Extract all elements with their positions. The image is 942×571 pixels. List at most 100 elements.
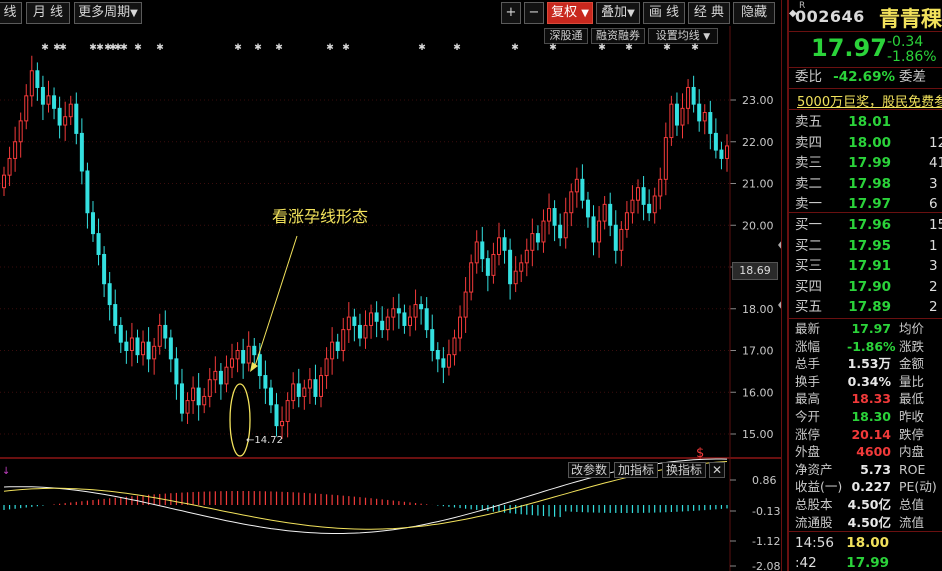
row-value: 17.97 — [848, 196, 891, 212]
event-marker-icon[interactable]: ✱ — [156, 43, 164, 53]
candlestick-chart[interactable]: ✱ ✱✱ ✱ ✱ ✱✱✱✱ ✱ ✱ ✱ ✱ ✱ ✱ ✱ ✱ ✱ ✱ ✱ ✱ ✱ ✱ ✱ 23.0022.0021.00… — [0, 0, 782, 571]
candle-body — [29, 70, 34, 97]
candle-body — [191, 387, 196, 402]
row-value: 17.90 — [848, 278, 891, 295]
sell-level-row[interactable]: 卖三 17.99 41 — [789, 153, 942, 173]
sell-level-row[interactable]: 卖一 17.97 6 — [789, 194, 942, 214]
candle-body — [502, 237, 507, 251]
price-axis-label: 15.00 — [742, 428, 774, 441]
candle-body — [280, 420, 285, 427]
buy-level-row[interactable]: 买一 17.96 15 — [789, 215, 942, 235]
buy-level-row[interactable]: 买五 17.89 2 — [789, 297, 942, 317]
event-marker-icon[interactable]: ✱ — [41, 43, 49, 53]
candle-body — [324, 358, 329, 377]
divider — [789, 88, 942, 89]
candle-body — [357, 324, 362, 339]
buy-level-row[interactable]: 买三 17.91 3 — [789, 256, 942, 276]
row-volume: 3 — [929, 175, 938, 192]
pattern-annotation: 看涨孕线形态 — [272, 207, 368, 226]
candle-body — [74, 103, 79, 134]
row-label: 换手 — [795, 373, 821, 389]
tick-price: 18.00 — [846, 535, 889, 551]
sell-level-row[interactable]: 卖四 18.00 12 — [789, 133, 942, 153]
row-value: 17.89 — [848, 299, 891, 315]
event-marker-icon[interactable]: ✱ — [663, 43, 671, 53]
candle-body — [585, 199, 590, 218]
price-axis-label: 17.00 — [742, 345, 774, 358]
event-marker-icon[interactable]: ✱ — [418, 43, 426, 53]
buy-level-row[interactable]: 买二 17.95 1 — [789, 236, 942, 256]
low-price-label: ←14.72 — [246, 435, 283, 446]
divider — [789, 212, 942, 213]
event-marker-icon[interactable]: ✱ — [96, 43, 104, 53]
close-indicator-button[interactable]: ✕ — [709, 462, 725, 478]
candle-body — [263, 375, 268, 389]
macd-axis-label: -1.12 — [752, 535, 780, 548]
row-value: 4600 — [856, 444, 891, 460]
stat-row: 最高 18.33 最低 — [789, 390, 942, 408]
stat-row: 总手 1.53万 金额 — [789, 355, 942, 373]
candle-body — [196, 387, 201, 406]
candle-body — [79, 132, 84, 172]
candle-body — [641, 187, 646, 205]
event-marker-icon[interactable]: ✱ — [625, 43, 633, 53]
promo-link[interactable]: 5000万巨奖，股民免费参 — [797, 91, 942, 110]
candle-body — [285, 400, 290, 422]
row-label-2: 昨收 — [899, 409, 925, 424]
event-marker-icon[interactable]: ✱ — [134, 43, 142, 53]
event-marker-icon[interactable]: ✱ — [453, 43, 461, 53]
event-marker-icon[interactable]: ✱ — [120, 43, 128, 53]
event-marker-icon[interactable]: ✱ — [691, 43, 699, 53]
candle-body — [441, 358, 446, 368]
sell-level-row[interactable]: 卖二 17.98 3 — [789, 174, 942, 194]
event-marker-icon[interactable]: ✱ — [598, 43, 606, 53]
row-value: 17.95 — [848, 237, 891, 254]
stat-row: 净资产 5.73 ROE — [789, 461, 942, 479]
edit-params-button[interactable]: 改参数 — [568, 462, 610, 478]
candle-body — [636, 187, 641, 201]
event-marker-icon[interactable]: ✱ — [254, 43, 262, 53]
candle-body — [574, 178, 579, 193]
stat-row: 涨停 20.14 跌停 — [789, 426, 942, 444]
annotation-arrowhead — [250, 362, 258, 372]
add-indicator-button[interactable]: 加指标 — [614, 462, 658, 478]
candle-body — [496, 237, 501, 255]
row-value: 17.98 — [848, 175, 891, 192]
row-label: 买二 — [795, 237, 822, 254]
candle-body — [330, 341, 335, 360]
candle-body — [407, 316, 412, 326]
row-label: 涨停 — [795, 426, 821, 442]
candle-body — [352, 316, 357, 326]
stat-row: 收益(一) 0.227 PE(动) — [789, 478, 942, 496]
event-marker-icon[interactable]: ✱ — [234, 43, 242, 53]
divider — [789, 31, 942, 32]
event-marker-icon[interactable]: ✱ — [275, 43, 283, 53]
sell-level-row[interactable]: 卖五 18.01 — [789, 112, 942, 132]
candle-body — [413, 304, 418, 318]
macd-axis-label: -0.13 — [752, 505, 780, 518]
candle-body — [669, 103, 674, 139]
price-axis-label: 16.00 — [742, 386, 774, 399]
candle-body — [341, 329, 346, 351]
buy-level-row[interactable]: 买四 17.90 2 — [789, 277, 942, 297]
row-value: 17.97 — [851, 321, 891, 336]
candle-body — [535, 233, 540, 243]
event-marker-icon[interactable]: ✱ — [342, 43, 350, 53]
candle-body — [2, 174, 6, 189]
event-marker-icon[interactable]: ✱ — [326, 43, 334, 53]
event-marker-icon[interactable]: ✱ — [511, 43, 519, 53]
candle-body — [424, 308, 429, 331]
candle-body — [430, 329, 435, 351]
row-label: 净资产 — [795, 461, 833, 477]
candle-body — [435, 350, 440, 360]
candle-body — [547, 208, 552, 222]
change-indicator-button[interactable]: 换指标 — [662, 462, 706, 478]
event-marker-icon[interactable]: ✱ — [549, 43, 557, 53]
annotation-arrow — [254, 235, 298, 367]
price-change: -0.34 — [887, 34, 924, 50]
event-marker-icon[interactable]: ✱ — [59, 43, 67, 53]
candle-body — [207, 379, 212, 397]
row-volume: 41 — [929, 155, 942, 171]
candle-body — [113, 304, 118, 326]
candle-body — [179, 383, 184, 414]
